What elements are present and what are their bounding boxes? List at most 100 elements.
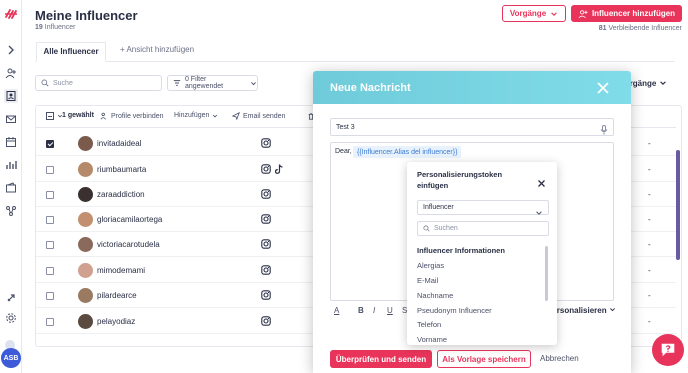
influencer-list-icon[interactable]	[4, 89, 18, 103]
search-icon	[423, 225, 430, 232]
add-influencer-label: Influencer hinzufügen	[591, 9, 676, 18]
influencer-name[interactable]: pelayodiaz	[97, 317, 135, 326]
select-all-checkbox[interactable]	[46, 112, 63, 120]
vorgange-button[interactable]: Vorgänge	[502, 5, 566, 22]
row-checkbox[interactable]	[46, 267, 54, 275]
row-checkbox[interactable]	[46, 166, 54, 174]
save-template-button[interactable]: Als Vorlage speichern	[437, 350, 531, 368]
subject-input[interactable]: Test 3	[330, 118, 614, 136]
microphone-icon[interactable]	[600, 122, 608, 135]
influencer-avatar	[78, 212, 93, 227]
token-category-select[interactable]: Influencer	[417, 200, 549, 215]
influencer-name[interactable]: victoriacarotudela	[97, 240, 160, 249]
calendar-icon[interactable]	[4, 135, 18, 149]
table-scrollbar[interactable]	[676, 150, 680, 260]
chevron-down-icon	[213, 114, 218, 117]
row-checkbox[interactable]	[46, 241, 54, 249]
filter-icon	[173, 80, 181, 86]
network-icon[interactable]	[4, 204, 18, 218]
close-icon[interactable]	[537, 175, 546, 187]
row-value: -	[648, 165, 651, 174]
row-value: -	[648, 215, 651, 224]
influencer-name[interactable]: mimodemami	[97, 266, 145, 275]
close-icon[interactable]	[596, 81, 610, 95]
subject-value: Test 3	[336, 123, 355, 131]
instagram-icon	[261, 290, 271, 300]
users-icon[interactable]	[4, 66, 18, 80]
search-input[interactable]: Suche	[35, 75, 162, 91]
instagram-icon	[261, 164, 271, 174]
influencer-avatar	[78, 162, 93, 177]
add-influencer-button[interactable]: Influencer hinzufügen	[571, 5, 682, 22]
add-view-tab[interactable]: + Ansicht hinzufügen	[120, 45, 194, 54]
chevron-down-icon	[609, 308, 615, 312]
row-value: -	[648, 240, 651, 249]
review-send-button[interactable]: Überprüfen und senden	[330, 350, 432, 368]
partial-checkbox	[46, 112, 54, 120]
personalize-dropdown[interactable]: Personalisieren	[547, 306, 616, 315]
tab-all-influencers[interactable]: Alle Influencer	[36, 42, 106, 62]
token-list-scrollbar[interactable]	[545, 246, 548, 301]
plus-icon: +	[120, 45, 125, 54]
bold-icon[interactable]: B	[358, 306, 364, 315]
add-user-icon	[578, 9, 588, 18]
rocket-icon[interactable]	[4, 291, 18, 305]
token-item[interactable]: Vorname	[417, 335, 447, 344]
users-icon	[100, 112, 106, 120]
remaining-label: Verbleibende Influencer	[608, 25, 682, 32]
connect-profiles-button[interactable]: Profile verbinden	[100, 112, 164, 120]
row-value: -	[648, 317, 651, 326]
influencer-avatar	[78, 288, 93, 303]
chevron-down-icon	[535, 204, 543, 215]
text-color-icon[interactable]: A	[334, 306, 339, 315]
token-search-input[interactable]: Suchen	[417, 221, 549, 236]
influencer-count: 19 Influencer	[35, 24, 76, 31]
row-value: -	[648, 291, 651, 300]
influencer-name[interactable]: invitadaideal	[97, 139, 141, 148]
token-item[interactable]: Nachname	[417, 291, 453, 300]
selected-count: 1 gewählt	[62, 112, 94, 119]
settings-gear-icon[interactable]	[4, 311, 18, 325]
modal-title: Neue Nachricht	[330, 82, 411, 94]
instagram-icon	[261, 265, 271, 275]
token-search-placeholder: Suchen	[434, 225, 458, 232]
token-item[interactable]: Telefon	[417, 320, 441, 329]
logo-icon[interactable]	[3, 6, 19, 22]
token-item[interactable]: E-Mail	[417, 276, 438, 285]
vorgange-button-label: Vorgänge	[509, 9, 547, 18]
add-dropdown[interactable]: Hinzufügen	[174, 112, 218, 119]
chart-icon[interactable]	[4, 158, 18, 172]
expand-chevron-icon[interactable]	[4, 43, 18, 57]
chevron-down-icon	[551, 11, 557, 16]
user-avatar[interactable]: ASB	[1, 348, 21, 368]
row-checkbox[interactable]	[46, 292, 54, 300]
search-placeholder: Suche	[53, 79, 73, 87]
token-item[interactable]: Alergias	[417, 261, 444, 270]
tiktok-icon	[275, 164, 283, 174]
token-item[interactable]: Pseudonym Influencer	[417, 306, 492, 315]
help-chat-button[interactable]	[652, 334, 684, 366]
send-email-button[interactable]: Email senden	[232, 112, 285, 120]
row-checkbox[interactable]	[46, 216, 54, 224]
filter-dropdown[interactable]: 0 Filter angewendet	[167, 75, 258, 91]
underline-icon[interactable]: U	[387, 306, 393, 315]
influencer-name[interactable]: gloriacamilaortega	[97, 215, 162, 224]
influencer-name[interactable]: zaraaddiction	[97, 190, 145, 199]
token-popup-title: Personalisierungstoken einfügen	[417, 170, 503, 190]
row-checkbox[interactable]	[46, 191, 54, 199]
instagram-icon	[261, 189, 271, 199]
influencer-name[interactable]: pilardearce	[97, 291, 137, 300]
row-checkbox[interactable]	[46, 140, 54, 148]
chat-question-icon	[661, 343, 675, 357]
row-checkbox[interactable]	[46, 318, 54, 326]
mail-icon[interactable]	[4, 112, 18, 126]
wallet-icon[interactable]	[4, 181, 18, 195]
cancel-button[interactable]: Abbrechen	[540, 354, 579, 363]
page-title: Meine Influencer	[35, 8, 138, 23]
search-icon	[41, 79, 49, 87]
influencer-name[interactable]: riumbaumarta	[97, 165, 146, 174]
instagram-icon	[261, 316, 271, 326]
add-view-label: Ansicht hinzufügen	[126, 45, 195, 54]
personalization-token[interactable]: {{Influencer.Alias del influencer}}	[353, 146, 462, 158]
italic-icon[interactable]: I	[373, 306, 375, 315]
